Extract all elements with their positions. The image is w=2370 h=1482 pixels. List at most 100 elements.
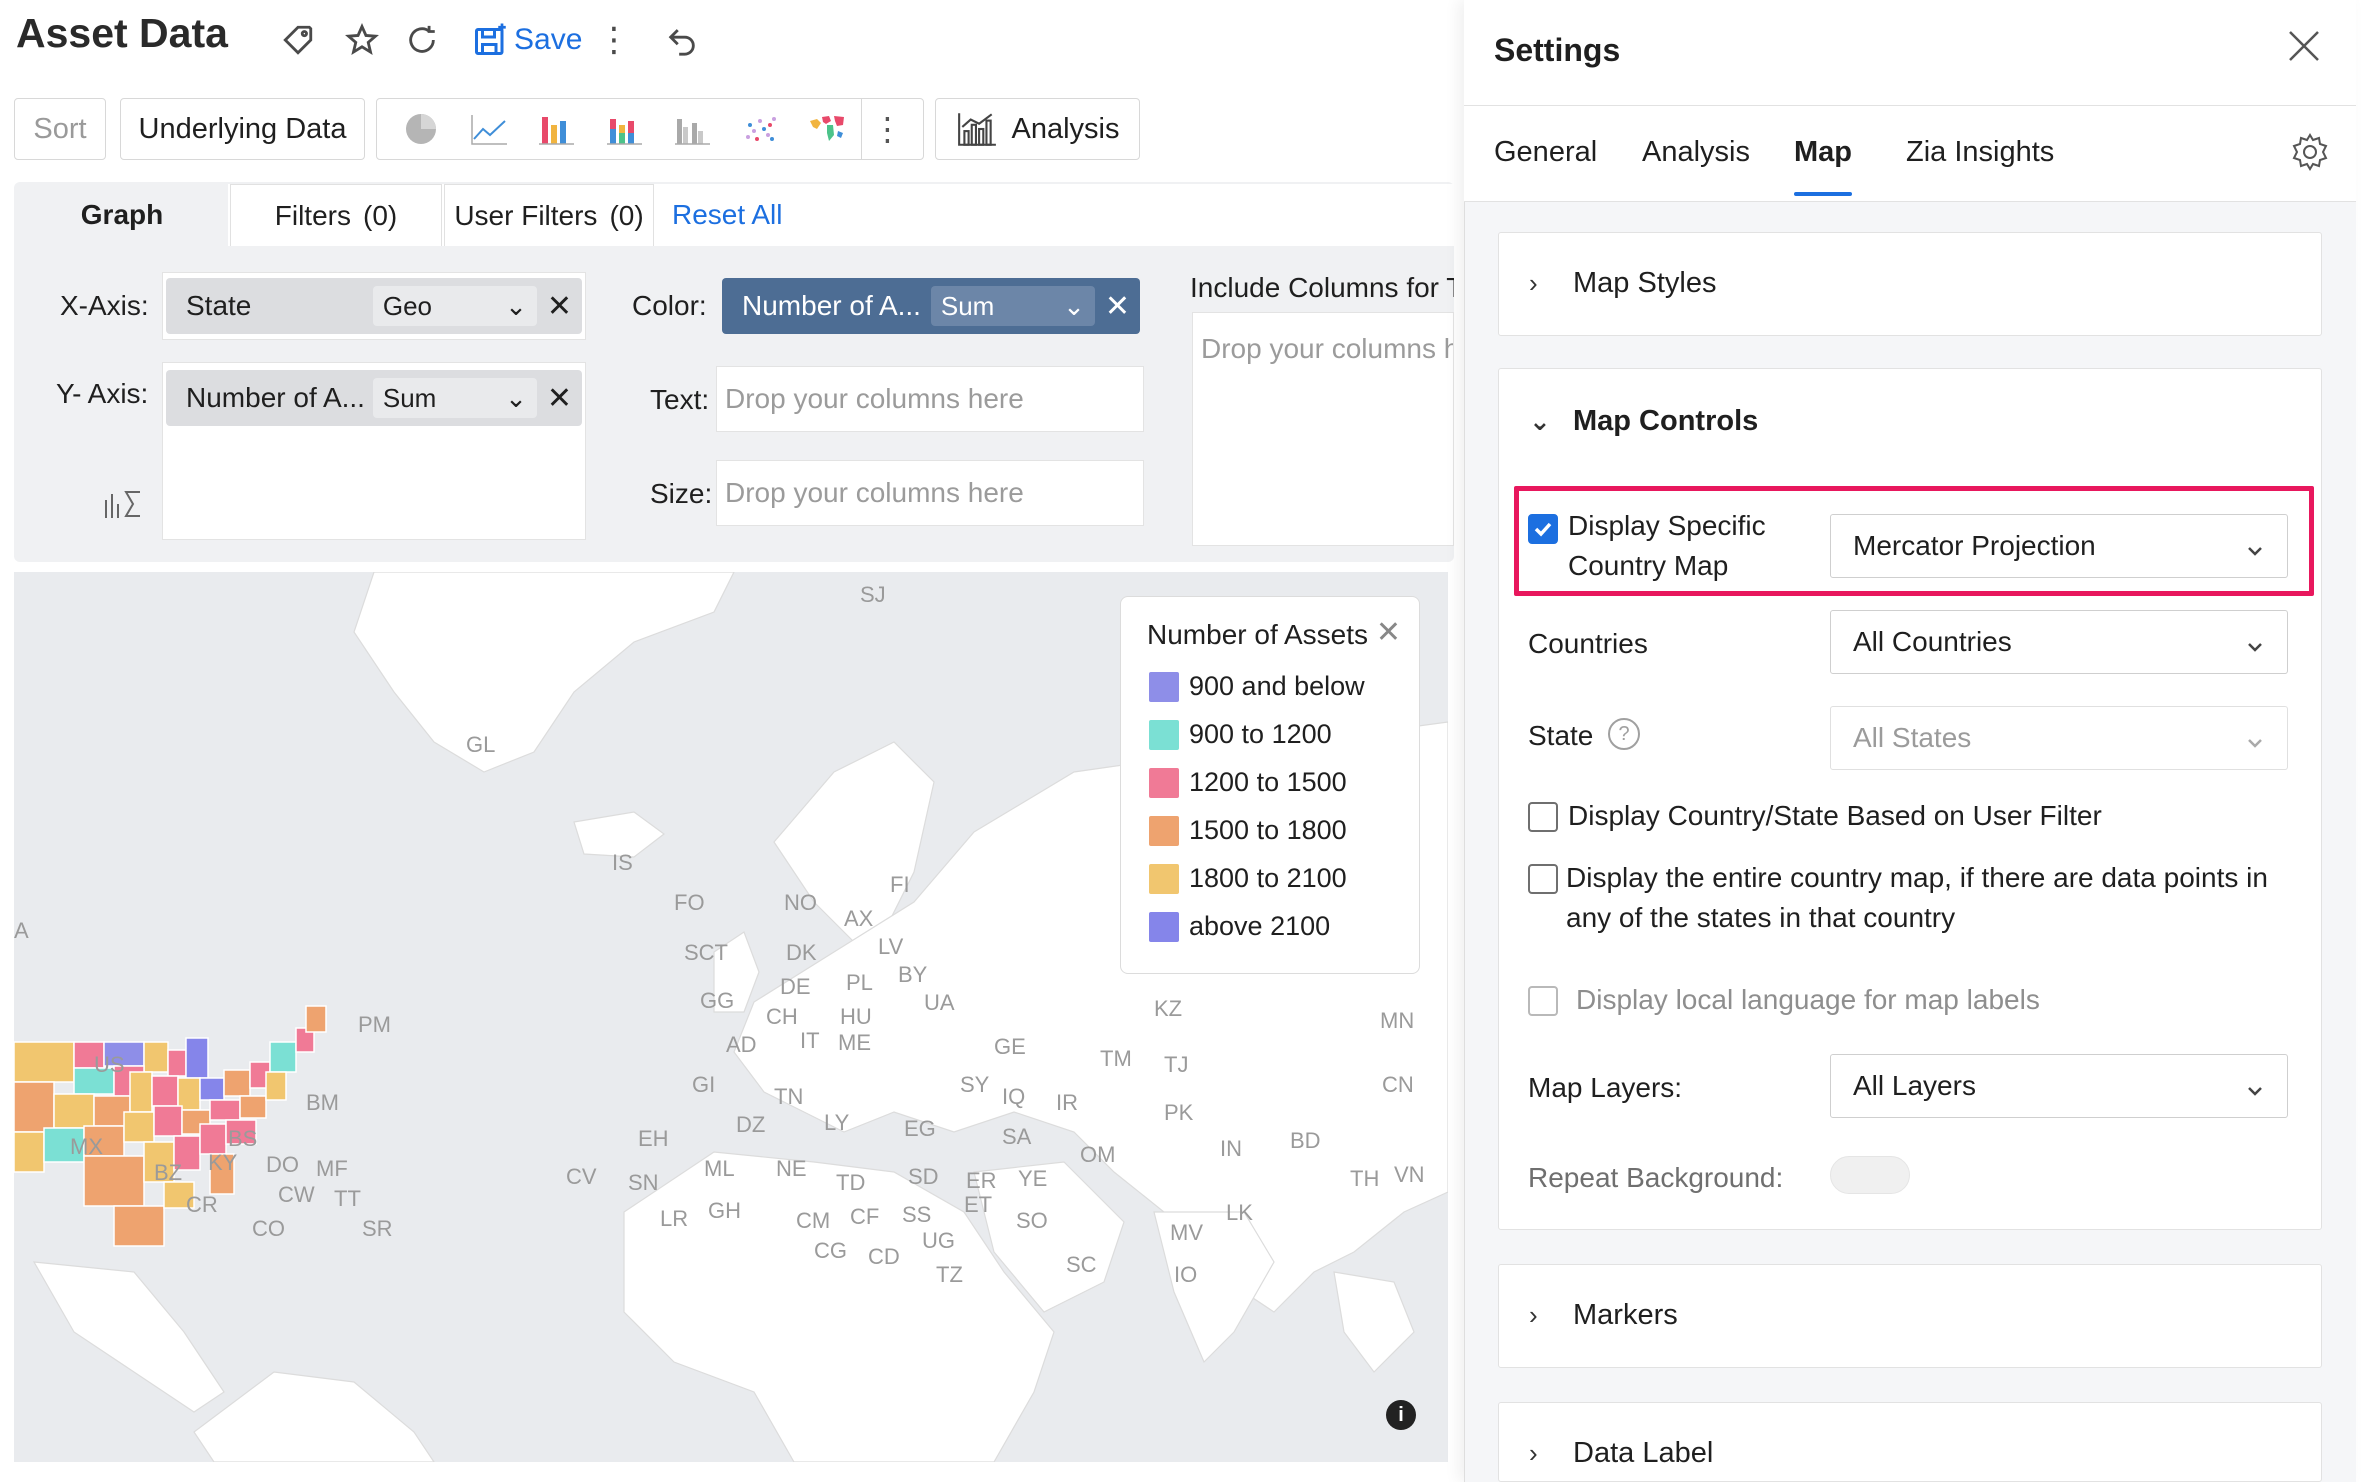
tab-user-filters[interactable]: User Filters (0)	[444, 184, 654, 246]
map-country-label: MF	[316, 1156, 348, 1181]
map-country-label: SR	[362, 1216, 393, 1241]
y-axis-pill[interactable]: Number of A... Sum ⌄ ✕	[166, 370, 582, 426]
save-button[interactable]: Save	[472, 16, 582, 64]
map-country-label: GI	[692, 1072, 716, 1097]
sum-chart-icon[interactable]	[102, 486, 146, 522]
underlying-data-button[interactable]: Underlying Data	[120, 98, 365, 160]
legend-item[interactable]: 1200 to 1500	[1149, 767, 1347, 798]
map-country-label: GL	[466, 732, 496, 757]
map-layers-select[interactable]: All Layers	[1830, 1054, 2288, 1118]
x-axis-field: State	[186, 290, 252, 321]
map-country-label: KZ	[1154, 996, 1183, 1021]
repeat-background-toggle[interactable]	[1830, 1156, 1910, 1194]
data-label-title: Data Label	[1573, 1437, 1714, 1469]
remove-x-axis-icon[interactable]: ✕	[547, 289, 572, 324]
geo-map-icon[interactable]	[793, 99, 861, 159]
markers-section[interactable]: › Markers	[1498, 1264, 2322, 1368]
chevron-right-icon: ›	[1529, 1438, 1538, 1468]
countries-label: Countries	[1528, 628, 1648, 659]
legend-item[interactable]: 900 and below	[1149, 671, 1365, 702]
tab-user-filters-label: User Filters	[454, 199, 598, 231]
map-country-label: NO	[784, 890, 817, 915]
stacked-bar-icon[interactable]	[590, 99, 658, 159]
y-axis-agg-value: Sum	[382, 382, 437, 413]
map-country-label: CV	[566, 1164, 597, 1189]
tab-analysis[interactable]: Analysis	[1642, 136, 1750, 169]
tab-zia-insights[interactable]: Zia Insights	[1906, 136, 2054, 169]
map-legend[interactable]: Number of Assets ✕ 900 and below 900 to 1…	[1120, 596, 1420, 974]
bar-chart-icon[interactable]	[522, 99, 590, 159]
map-country-label: GG	[700, 988, 735, 1013]
y-axis-agg-select[interactable]: Sum ⌄	[372, 378, 537, 418]
remove-y-axis-icon[interactable]: ✕	[547, 381, 572, 416]
tab-user-filters-count: (0)	[609, 199, 644, 231]
map-country-label: A	[14, 918, 29, 943]
legend-item[interactable]: above 2100	[1149, 911, 1330, 942]
include-columns-dropzone[interactable]: Drop your columns he	[1192, 312, 1454, 546]
tab-general[interactable]: General	[1494, 136, 1597, 169]
info-icon[interactable]: i	[1386, 1400, 1416, 1430]
x-axis-label: X-Axis:	[60, 290, 149, 321]
state-label: State	[1528, 720, 1594, 751]
map-country-label: UA	[924, 990, 955, 1015]
size-dropzone[interactable]: Drop your columns here	[716, 460, 1144, 526]
countries-select[interactable]: All Countries	[1830, 610, 2288, 674]
refresh-icon[interactable]	[400, 18, 444, 62]
undo-icon[interactable]	[660, 18, 704, 62]
tag-icon[interactable]	[276, 18, 320, 62]
entire-country-checkbox[interactable]	[1528, 864, 1558, 894]
user-filter-checkbox[interactable]	[1528, 802, 1558, 832]
legend-item[interactable]: 1800 to 2100	[1149, 863, 1347, 894]
state-select[interactable]: All States	[1830, 706, 2288, 770]
tab-filters-count: (0)	[363, 199, 398, 231]
help-icon[interactable]: ?	[1608, 718, 1640, 750]
map-country-label: CG	[814, 1238, 847, 1263]
legend-close-icon[interactable]: ✕	[1376, 615, 1401, 650]
more-charts-icon[interactable]: ⋮	[861, 99, 913, 159]
scatter-chart-icon[interactable]	[726, 99, 794, 159]
analysis-button[interactable]: Analysis	[935, 98, 1140, 160]
color-pill[interactable]: Number of A... Sum ⌄ ✕	[722, 278, 1140, 334]
local-language-checkbox[interactable]	[1528, 986, 1558, 1016]
map-controls-header[interactable]: ⌄ Map Controls	[1529, 405, 1758, 438]
legend-swatch	[1149, 719, 1179, 750]
color-agg-select[interactable]: Sum ⌄	[930, 286, 1095, 326]
projection-select[interactable]: Mercator Projection	[1830, 514, 2288, 578]
data-label-section[interactable]: › Data Label	[1498, 1402, 2322, 1482]
grouped-bar-icon[interactable]	[658, 99, 726, 159]
map-styles-section[interactable]: › Map Styles	[1498, 232, 2322, 336]
close-icon[interactable]	[2284, 26, 2332, 74]
legend-item-label: above 2100	[1189, 911, 1331, 941]
x-axis-pill[interactable]: State Geo ⌄ ✕	[166, 278, 582, 334]
remove-color-icon[interactable]: ✕	[1105, 289, 1130, 324]
sort-button[interactable]: Sort	[14, 98, 106, 160]
color-agg-value: Sum	[940, 290, 995, 321]
map-country-label: LY	[824, 1110, 850, 1135]
map-country-label: HU	[840, 1004, 872, 1029]
pie-chart-icon[interactable]	[387, 99, 455, 159]
legend-swatch	[1149, 767, 1179, 798]
tab-map[interactable]: Map	[1794, 136, 1852, 169]
map-country-label: SJ	[860, 582, 886, 607]
map-country-label: IS	[612, 850, 633, 875]
chevron-down-icon: ⌄	[1063, 290, 1085, 321]
x-axis-agg-select[interactable]: Geo ⌄	[372, 286, 537, 326]
text-dropzone[interactable]: Drop your columns here	[716, 366, 1144, 432]
map-country-label: CH	[766, 1004, 798, 1029]
gear-icon[interactable]	[2290, 132, 2330, 172]
line-chart-icon[interactable]	[455, 99, 523, 159]
more-options-icon[interactable]: ⋮	[592, 18, 636, 62]
legend-item[interactable]: 1500 to 1800	[1149, 815, 1347, 846]
map-layers-value: All Layers	[1853, 1070, 1976, 1101]
star-icon[interactable]	[340, 18, 384, 62]
chevron-down-icon	[2245, 632, 2265, 652]
map-country-label: CN	[1382, 1072, 1414, 1097]
us-states[interactable]	[14, 1005, 327, 1247]
reset-all-link[interactable]: Reset All	[672, 184, 783, 246]
legend-item[interactable]: 900 to 1200	[1149, 719, 1332, 750]
tab-filters[interactable]: Filters (0)	[230, 184, 442, 246]
map-country-label: FI	[890, 872, 910, 897]
display-specific-country-checkbox[interactable]	[1528, 514, 1558, 544]
tab-graph[interactable]: Graph	[16, 184, 228, 246]
map-country-label: DE	[780, 974, 811, 999]
